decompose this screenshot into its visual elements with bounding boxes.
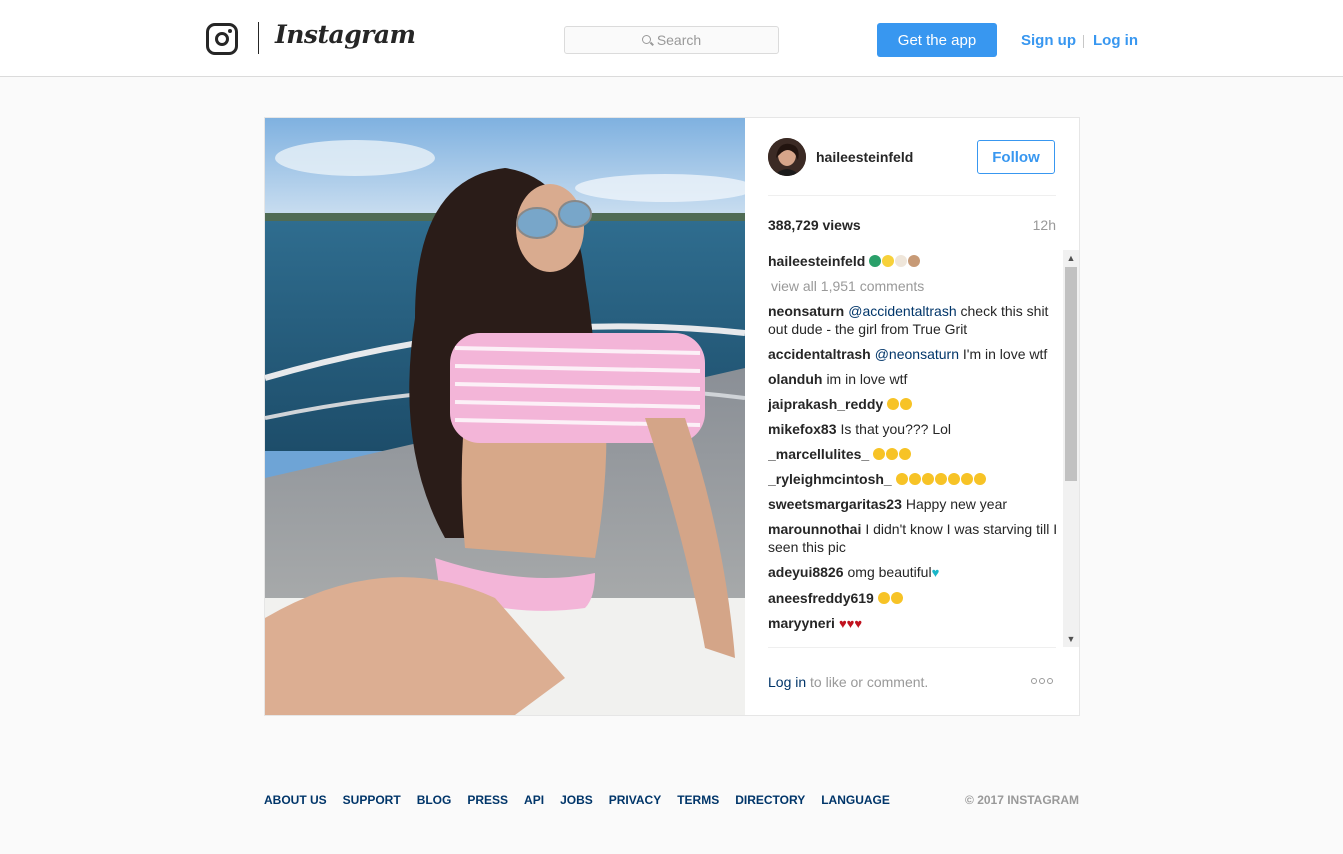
instagram-logo-icon[interactable] <box>206 23 238 55</box>
search-icon <box>641 34 651 44</box>
comment-username[interactable]: aneesfreddy619 <box>768 590 874 606</box>
comment-text: Happy new year <box>905 496 1008 512</box>
top-nav-bar: Instagram Search Get the app Sign up Log… <box>0 0 1343 77</box>
comment-item: sweetsmargaritas23 Happy new year <box>768 495 1058 513</box>
comment-mention[interactable]: @neonsaturn <box>875 346 959 362</box>
comment-emoji <box>877 590 904 606</box>
comment-text: Is that you??? Lol <box>840 421 952 437</box>
footer-link-press[interactable]: PRESS <box>467 793 508 807</box>
comment-username[interactable]: _marcellulites_ <box>768 446 869 462</box>
comments-list: haileesteinfeld view all 1,951 comments … <box>768 252 1058 649</box>
footer-link-jobs[interactable]: JOBS <box>560 793 593 807</box>
comment-emoji <box>887 396 913 412</box>
login-prompt: Log in to like or comment. <box>768 674 928 690</box>
comment-item: _marcellulites_ <box>768 445 1058 463</box>
caption-username[interactable]: haileesteinfeld <box>768 253 865 269</box>
comment-emoji <box>873 446 912 462</box>
comment-username[interactable]: marounnothai <box>768 521 861 537</box>
comment-text: im in love wtf <box>826 371 908 387</box>
copyright: © 2017 INSTAGRAM <box>965 793 1079 807</box>
view-all-comments-link[interactable]: view all 1,951 comments <box>768 277 1058 295</box>
comment-username[interactable]: mikefox83 <box>768 421 836 437</box>
more-options-icon[interactable] <box>1031 678 1053 684</box>
footer-link-privacy[interactable]: PRIVACY <box>609 793 661 807</box>
heart-icon: ♥♥♥ <box>838 616 863 631</box>
comment-username[interactable]: olanduh <box>768 371 822 387</box>
comment-username[interactable]: sweetsmargaritas23 <box>768 496 902 512</box>
comment-emoji <box>895 471 987 487</box>
caption-emoji <box>869 253 921 269</box>
footer-link-about-us[interactable]: ABOUT US <box>264 793 327 807</box>
post-age[interactable]: 12h <box>1033 217 1056 233</box>
login-prompt-text: to like or comment. <box>810 674 929 690</box>
comment-username[interactable]: neonsaturn <box>768 303 844 319</box>
search-input[interactable]: Search <box>564 26 779 54</box>
comment-item: _ryleighmcintosh_ <box>768 470 1058 488</box>
comment-text: I'm in love wtf <box>962 346 1048 362</box>
comment-item: accidentaltrash @neonsaturn I'm in love w… <box>768 345 1058 363</box>
view-count: 388,729 views <box>768 217 861 233</box>
avatar[interactable] <box>768 138 806 176</box>
comment-item: aneesfreddy619 <box>768 589 1058 607</box>
comment-item: mikefox83 Is that you??? Lol <box>768 420 1058 438</box>
footer-nav: ABOUT US SUPPORT BLOG PRESS API JOBS PRI… <box>264 793 890 807</box>
comment-item: marounnothai I didn't know I was starving… <box>768 520 1058 556</box>
scrollbar-thumb[interactable] <box>1065 267 1077 481</box>
comment-mention[interactable]: @accidentaltrash <box>848 303 956 319</box>
footer-link-terms[interactable]: TERMS <box>677 793 719 807</box>
comment-item: neonsaturn @accidentaltrash check this sh… <box>768 302 1058 338</box>
comments-scrollbar[interactable]: ▲ ▼ <box>1063 250 1079 647</box>
post-sidebar: haileesteinfeld Follow 388,729 views 12h… <box>745 118 1079 715</box>
search-placeholder: Search <box>656 32 702 48</box>
caption: haileesteinfeld <box>768 252 1058 270</box>
nav-divider <box>1083 35 1084 48</box>
comment-username[interactable]: adeyui8826 <box>768 564 844 580</box>
post-photo-image <box>265 118 745 715</box>
logo-divider <box>258 22 259 54</box>
footer-link-language[interactable]: LANGUAGE <box>821 793 890 807</box>
comment-username[interactable]: accidentaltrash <box>768 346 871 362</box>
post-username[interactable]: haileesteinfeld <box>816 149 913 165</box>
comment-item: olanduh im in love wtf <box>768 370 1058 388</box>
scroll-down-icon[interactable]: ▼ <box>1063 631 1079 647</box>
follow-button[interactable]: Follow <box>977 140 1055 174</box>
heart-icon: ♥ <box>931 565 940 580</box>
login-to-like-link[interactable]: Log in <box>768 674 806 690</box>
instagram-wordmark[interactable]: Instagram <box>275 20 416 49</box>
scroll-up-icon[interactable]: ▲ <box>1063 250 1079 266</box>
comment-username[interactable]: maryyneri <box>768 615 835 631</box>
comment-text: omg beautiful <box>847 564 932 580</box>
comment-username[interactable]: jaiprakash_reddy <box>768 396 883 412</box>
comment-item: maryyneri ♥♥♥ <box>768 614 1058 633</box>
comment-username[interactable]: _ryleighmcintosh_ <box>768 471 892 487</box>
footer-link-api[interactable]: API <box>524 793 544 807</box>
comment-item: adeyui8826 omg beautiful♥ <box>768 563 1058 582</box>
post-card: haileesteinfeld Follow 388,729 views 12h… <box>264 117 1080 716</box>
log-in-link[interactable]: Log in <box>1093 32 1138 49</box>
footer-link-support[interactable]: SUPPORT <box>343 793 401 807</box>
footer-link-blog[interactable]: BLOG <box>417 793 452 807</box>
post-header: haileesteinfeld Follow <box>768 138 1056 196</box>
post-video[interactable] <box>265 118 745 715</box>
footer-link-directory[interactable]: DIRECTORY <box>735 793 805 807</box>
divider <box>768 647 1056 648</box>
sign-up-link[interactable]: Sign up <box>1021 32 1076 49</box>
get-the-app-button[interactable]: Get the app <box>877 23 997 57</box>
comment-item: jaiprakash_reddy <box>768 395 1058 413</box>
